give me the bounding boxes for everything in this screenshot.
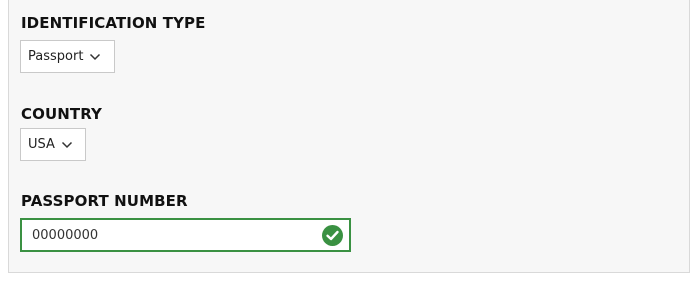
identification-form-panel: IDENTIFICATION TYPE Passport COUNTRY USA… bbox=[8, 0, 690, 273]
country-label: COUNTRY bbox=[21, 105, 103, 123]
id-type-select[interactable]: Passport bbox=[20, 40, 115, 73]
chevron-down-icon bbox=[90, 53, 101, 60]
id-type-value: Passport bbox=[28, 49, 84, 64]
country-select[interactable]: USA bbox=[20, 128, 86, 161]
country-value: USA bbox=[28, 137, 55, 152]
passport-number-input[interactable]: 00000000 bbox=[20, 218, 351, 252]
check-circle-icon bbox=[322, 225, 343, 246]
chevron-down-icon bbox=[61, 141, 72, 148]
passport-number-label: PASSPORT NUMBER bbox=[21, 192, 188, 210]
passport-number-value: 00000000 bbox=[32, 227, 99, 243]
id-type-label: IDENTIFICATION TYPE bbox=[21, 14, 206, 32]
